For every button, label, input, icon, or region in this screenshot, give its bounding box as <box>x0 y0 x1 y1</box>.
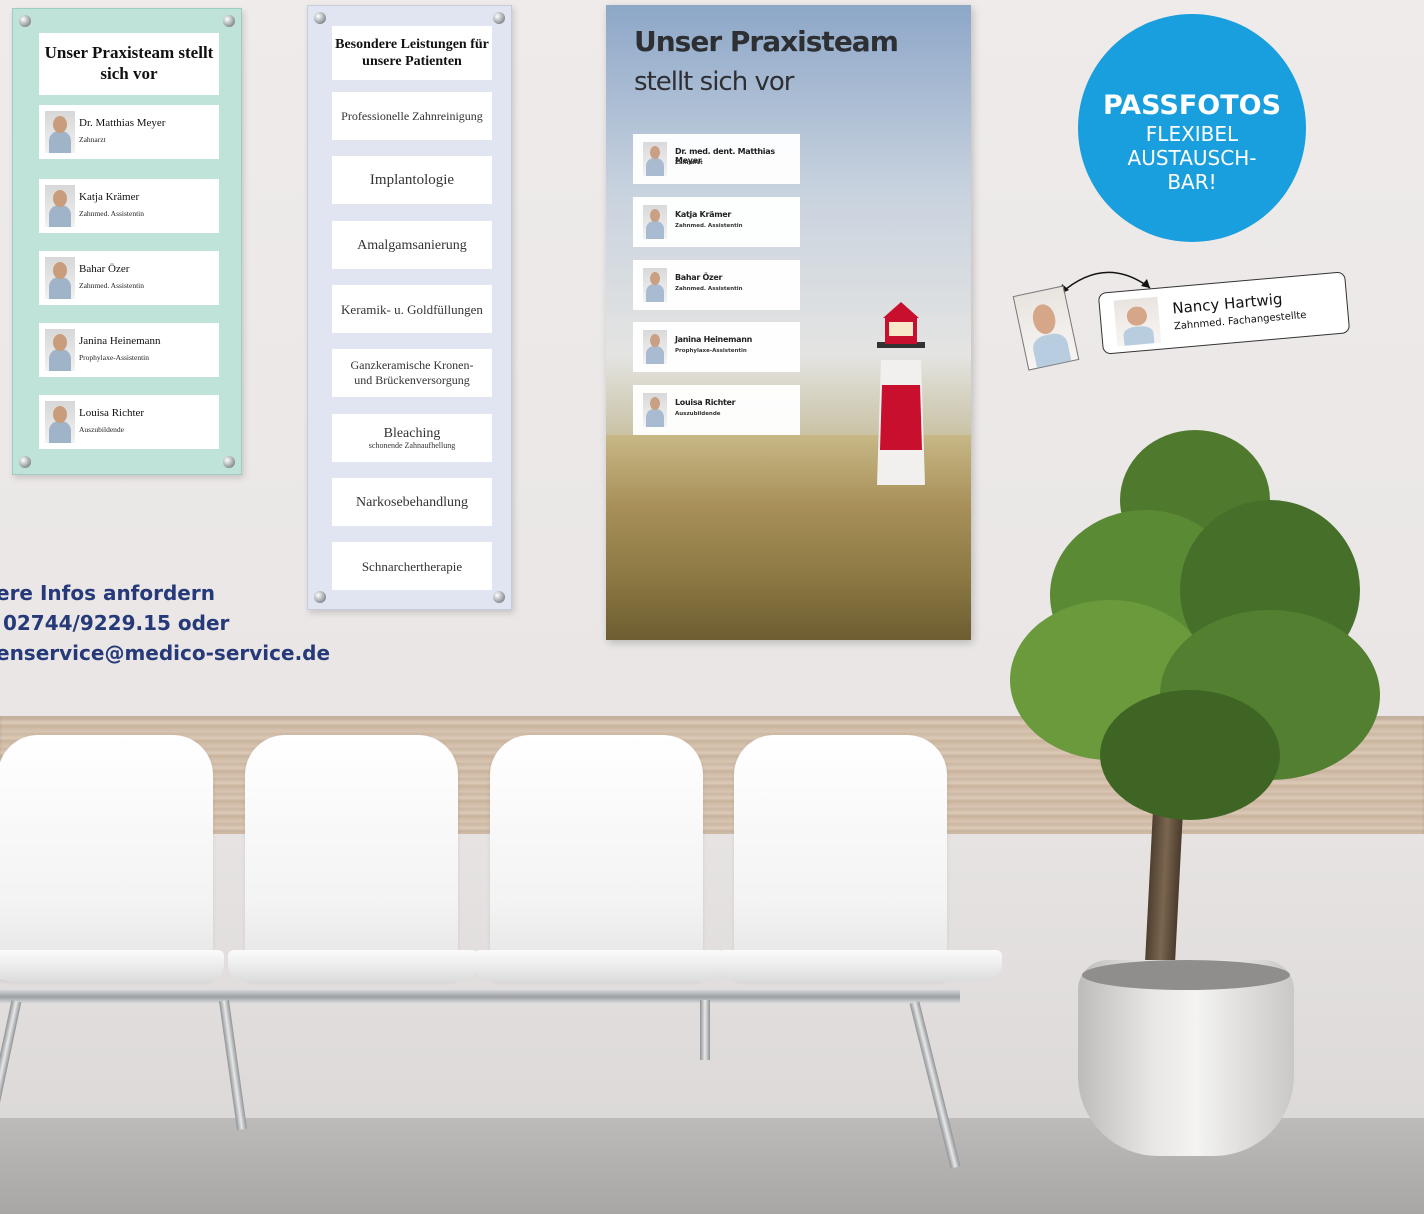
portrait-photo <box>45 111 75 153</box>
portrait-photo <box>45 401 75 443</box>
team-member-card: Bahar Özer Zahnmed. Assistentin <box>633 260 800 310</box>
passfotos-badge: PASSFOTOS FLEXIBEL AUSTAUSCH- BAR! <box>1078 14 1306 242</box>
team-member-card: Katja Krämer Zahnmed. Assistentin <box>633 197 800 247</box>
lighthouse-team-poster: Unser Praxisteam stellt sich vor Dr. med… <box>606 5 971 640</box>
poster-title-line2: stellt sich vor <box>634 67 794 97</box>
portrait-photo <box>643 142 667 176</box>
member-role: Auszubildende <box>675 411 721 417</box>
service-item: Implantologie <box>332 156 492 204</box>
contact-phone: 02744/9229.15 oder <box>0 611 230 635</box>
badge-line: FLEXIBEL <box>1145 122 1239 146</box>
screw-icon <box>223 456 235 468</box>
chair-seat <box>245 735 458 980</box>
service-item: Schnarchertherapie <box>332 542 492 590</box>
screw-icon <box>493 591 505 603</box>
contact-info: ere Infos anfordern 02744/9229.15 oder e… <box>0 578 330 668</box>
service-label: Narkosebehandlung <box>356 494 468 510</box>
chair-seatpan <box>228 950 478 982</box>
tree-foliage <box>1010 430 1390 830</box>
contact-line: ere Infos anfordern <box>0 581 215 605</box>
portrait-photo <box>643 330 667 364</box>
member-name: Katja Krämer <box>675 210 731 219</box>
member-role: Prophylaxe-Assistentin <box>675 348 747 354</box>
service-label: Bleaching <box>383 425 441 441</box>
member-name: Katja Krämer <box>79 191 140 203</box>
team-member-card: Dr. med. dent. Matthias Meyer Zahnarzt <box>633 134 800 184</box>
badge-line: BAR! <box>1167 170 1217 194</box>
service-item: Keramik- u. Goldfüllungen <box>332 285 492 333</box>
service-item: Professionelle Zahnreinigung <box>332 92 492 140</box>
service-label: Ganzkeramische Kronen- und Brückenversor… <box>350 358 474 387</box>
chair-seatpan <box>718 950 1002 982</box>
lighthouse-icon <box>877 302 925 485</box>
team-member-card: Louisa Richter Auszubildende <box>39 395 219 449</box>
screw-icon <box>19 15 31 27</box>
bench-leg <box>700 1000 710 1060</box>
member-role: Zahnmed. Assistentin <box>675 286 743 292</box>
member-role: Prophylaxe-Assistentin <box>79 353 149 362</box>
poster-title-line1: Unser Praxisteam <box>634 25 899 58</box>
member-name: Bahar Özer <box>675 273 723 282</box>
service-label: Keramik- u. Goldfüllungen <box>341 301 483 317</box>
member-role: Zahnarzt <box>79 135 106 144</box>
service-sublabel: schonende Zahnaufhellung <box>368 440 456 450</box>
portrait-photo <box>45 185 75 227</box>
service-label: Professionelle Zahnreinigung <box>341 108 483 123</box>
services-board: Besondere Leistungen für unsere Patiente… <box>307 5 512 610</box>
portrait-photo <box>45 257 75 299</box>
member-role: Zahnmed. Assistentin <box>675 223 743 229</box>
chair-seatpan <box>474 950 724 982</box>
portrait-photo <box>643 205 667 239</box>
team-board-title: Unser Praxisteam stellt sich vor <box>39 33 219 95</box>
chair-seat <box>0 735 213 980</box>
portrait-photo <box>643 268 667 302</box>
badge-line: AUSTAUSCH- <box>1127 146 1257 170</box>
member-role: Zahnarzt <box>675 160 703 166</box>
service-label: Amalgamsanierung <box>357 237 467 253</box>
service-item: Ganzkeramische Kronen- und Brückenversor… <box>332 349 492 397</box>
member-name: Louisa Richter <box>79 407 145 419</box>
service-label: Implantologie <box>369 171 455 188</box>
member-name: Bahar Özer <box>79 263 130 275</box>
member-role: Auszubildende <box>79 425 124 434</box>
team-board-acrylic: Unser Praxisteam stellt sich vor Dr. Mat… <box>12 8 242 475</box>
portrait-photo <box>643 393 667 427</box>
chair-seatpan <box>0 950 224 982</box>
team-member-card: Katja Krämer Zahnmed. Assistentin <box>39 179 219 233</box>
plant-pot-soil <box>1082 960 1290 990</box>
screw-icon <box>223 15 235 27</box>
service-item: Bleaching schonende Zahnaufhellung <box>332 414 492 462</box>
badge-text: FLEXIBEL AUSTAUSCH- BAR! <box>1078 122 1306 194</box>
member-name: Janina Heinemann <box>79 335 161 347</box>
team-member-card: Louisa Richter Auszubildende <box>633 385 800 435</box>
chair-seat <box>490 735 703 980</box>
team-member-card: Dr. Matthias Meyer Zahnarzt <box>39 105 219 159</box>
member-role: Zahnmed. Assistentin <box>79 209 144 218</box>
portrait-photo <box>45 329 75 371</box>
screw-icon <box>19 456 31 468</box>
screw-icon <box>493 12 505 24</box>
service-item: Amalgamsanierung <box>332 221 492 269</box>
member-name: Janina Heinemann <box>675 335 753 344</box>
services-board-title: Besondere Leistungen für unsere Patiente… <box>332 26 492 80</box>
bench-rail <box>0 990 960 1004</box>
contact-email: enservice@medico-service.de <box>0 641 331 665</box>
screw-icon <box>314 12 326 24</box>
chair-seat <box>734 735 947 980</box>
team-member-card: Janina Heinemann Prophylaxe-Assistentin <box>39 323 219 377</box>
portrait-photo <box>1113 296 1162 347</box>
badge-headline: PASSFOTOS <box>1102 90 1282 121</box>
team-member-card: Bahar Özer Zahnmed. Assistentin <box>39 251 219 305</box>
service-label: Schnarchertherapie <box>361 558 463 574</box>
team-member-card: Janina Heinemann Prophylaxe-Assistentin <box>633 322 800 372</box>
service-item: Narkosebehandlung <box>332 478 492 526</box>
member-name: Louisa Richter <box>675 398 736 407</box>
member-role: Zahnmed. Assistentin <box>79 281 144 290</box>
member-name: Dr. Matthias Meyer <box>79 117 166 129</box>
